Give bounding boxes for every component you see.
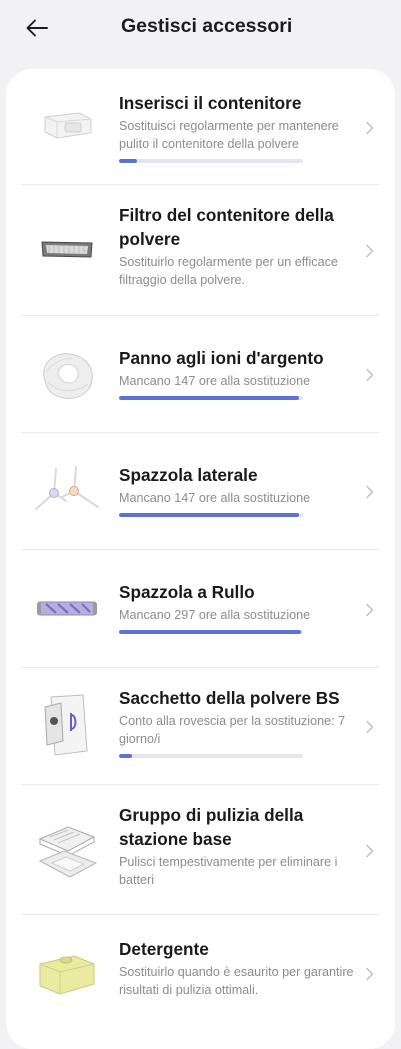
chevron-right-icon xyxy=(366,244,374,258)
accessory-subtitle: Sostituirlo quando è esaurito per garant… xyxy=(119,965,354,997)
chevron-right-icon xyxy=(366,967,374,981)
accessory-item-roller-brush[interactable]: Spazzola a Rullo Mancano 297 ore alla so… xyxy=(6,550,395,668)
accessory-subtitle: Conto alla rovescia per la sostituzione:… xyxy=(119,714,346,746)
base-station-tray-icon xyxy=(32,815,102,885)
accessory-subtitle: Mancano 147 ore alla sostituzione xyxy=(119,491,311,505)
progress-fill xyxy=(119,513,300,517)
header: Gestisci accessori xyxy=(0,0,401,58)
accessory-title: Sacchetto della polvere BS xyxy=(119,688,340,708)
accessory-subtitle: Mancano 147 ore alla sostituzione xyxy=(119,374,311,388)
progress-fill xyxy=(119,159,138,163)
accessory-item-dust-bag[interactable]: Sacchetto della polvere BS Conto alla ro… xyxy=(6,668,395,785)
progress-bar xyxy=(119,396,303,400)
chevron-right-icon xyxy=(366,368,374,382)
accessory-subtitle: Sostituirlo regolarmente per un efficace… xyxy=(119,255,338,287)
chevron-right-icon xyxy=(366,720,374,734)
chevron-right-icon xyxy=(366,844,374,858)
dust-container-icon xyxy=(32,103,102,147)
accessory-title: Panno agli ioni d'argento xyxy=(119,348,324,368)
accessory-title: Detergente xyxy=(119,939,209,959)
progress-bar xyxy=(119,513,303,517)
accessory-item-base-station[interactable]: Gruppo di pulizia della stazione base Pu… xyxy=(6,785,395,915)
progress-fill xyxy=(119,396,300,400)
dust-bag-icon xyxy=(32,690,102,760)
progress-bar xyxy=(119,754,303,758)
accessory-subtitle: Mancano 297 ore alla sostituzione xyxy=(119,608,311,622)
page-title: Gestisci accessori xyxy=(121,15,293,37)
accessory-item-side-brush[interactable]: Spazzola laterale Mancano 147 ore alla s… xyxy=(6,433,395,550)
accessory-item-dust-container[interactable]: Inserisci il contenitore Sostituisci reg… xyxy=(6,69,395,185)
progress-fill xyxy=(119,754,132,758)
accessory-title: Gruppo di pulizia della stazione base xyxy=(119,805,304,849)
chevron-right-icon xyxy=(366,603,374,617)
accessory-item-detergent[interactable]: Detergente Sostituirlo quando è esaurito… xyxy=(6,915,395,1049)
roller-brush-icon xyxy=(32,588,102,628)
accessory-title: Spazzola laterale xyxy=(119,465,258,485)
chevron-right-icon xyxy=(366,121,374,135)
detergent-icon xyxy=(32,943,102,1003)
filter-icon xyxy=(32,227,102,271)
side-brush-icon xyxy=(32,461,102,521)
accessory-subtitle: Pulisci tempestivamente per eliminare i … xyxy=(119,855,338,887)
back-button[interactable] xyxy=(20,12,54,44)
accessories-card: Inserisci il contenitore Sostituisci reg… xyxy=(6,69,395,1049)
progress-fill xyxy=(119,630,302,634)
arrow-left-icon xyxy=(26,19,48,37)
accessory-subtitle: Sostituisci regolarmente per mantenere p… xyxy=(119,119,339,151)
accessory-item-mop-cloth[interactable]: Panno agli ioni d'argento Mancano 147 or… xyxy=(6,316,395,433)
accessory-title: Filtro del contenitore della polvere xyxy=(119,205,334,249)
chevron-right-icon xyxy=(366,485,374,499)
accessory-item-filter[interactable]: Filtro del contenitore della polvere Sos… xyxy=(6,185,395,316)
accessory-title: Spazzola a Rullo xyxy=(119,582,255,602)
progress-bar xyxy=(119,630,303,634)
mop-cloth-icon xyxy=(32,344,102,406)
progress-bar xyxy=(119,159,303,163)
accessory-title: Inserisci il contenitore xyxy=(119,93,302,113)
